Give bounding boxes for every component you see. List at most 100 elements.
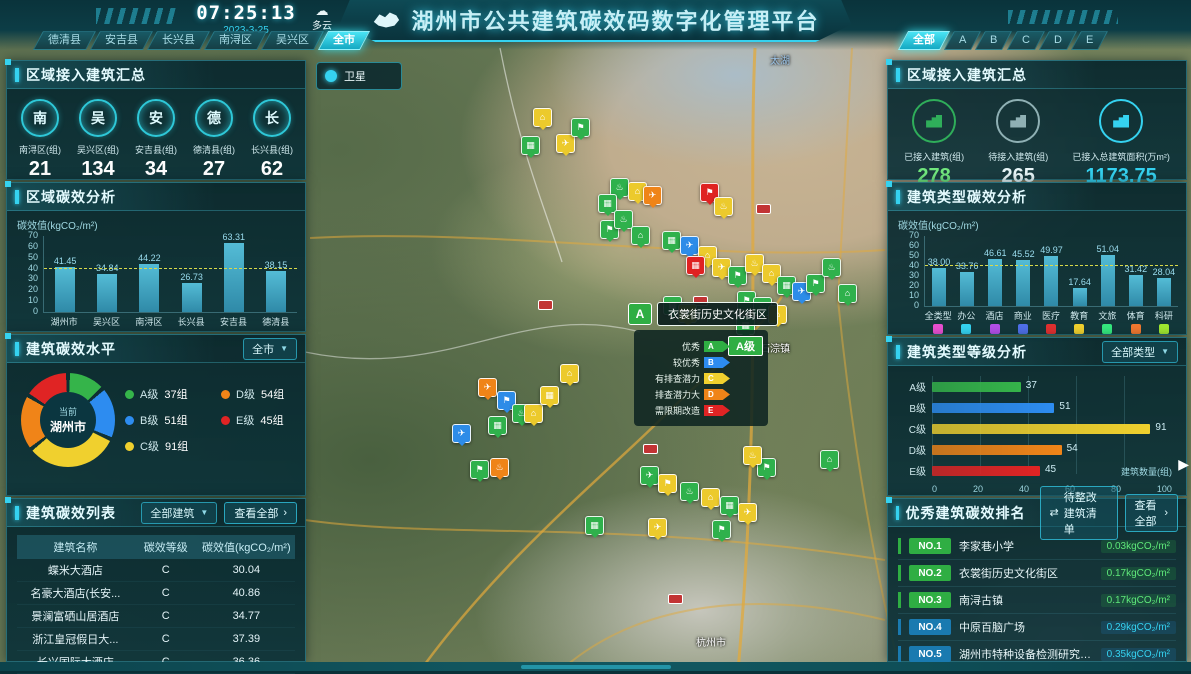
building-marker[interactable]: ✈: [648, 518, 667, 537]
tab-label: B: [990, 32, 997, 49]
y-tick: 70: [909, 230, 919, 240]
building-marker[interactable]: ⚑: [470, 460, 489, 479]
road-shield-icon: [538, 300, 553, 310]
tab-label: 吴兴区: [276, 32, 309, 49]
tab-全市[interactable]: 全市: [318, 31, 370, 50]
category-icon: [980, 324, 1008, 334]
building-marker[interactable]: ✈: [640, 466, 659, 485]
building-marker[interactable]: ⚑: [712, 520, 731, 539]
donut-center: 当前 湖州市: [40, 392, 96, 448]
table-header-row: 建筑名称碳效等级碳效值(kgCO₂/m²): [17, 535, 295, 559]
tab-长兴县[interactable]: 长兴县: [147, 31, 210, 50]
donut-center-city: 湖州市: [50, 418, 86, 435]
legend-label: 需限期改造: [655, 404, 700, 417]
building-marker[interactable]: ♨: [743, 446, 762, 465]
bar-文旅: 51.04: [1094, 244, 1122, 306]
chevron-right-icon: ›: [283, 507, 287, 519]
rectify-list-button[interactable]: ⇄ 待整改建筑清单: [1040, 486, 1118, 540]
table-row[interactable]: 浙江皇冠假日大...C37.39: [17, 628, 295, 651]
map-place-label: 太湖: [770, 52, 790, 67]
building-marker[interactable]: ✈: [478, 378, 497, 397]
ranking-row[interactable]: NO.2衣裳街历史文化街区0.17kgCO₂/m²: [898, 560, 1176, 587]
building-marker[interactable]: ♨: [614, 210, 633, 229]
bar: [988, 259, 1002, 306]
region-label: 吴兴区(组): [77, 143, 119, 156]
building-marker[interactable]: ✈: [452, 424, 471, 443]
view-all-button[interactable]: 查看全部 ›: [224, 502, 297, 524]
level-legend-item: C级91组: [125, 438, 203, 454]
building-marker[interactable]: ⌂: [701, 488, 720, 507]
table-row[interactable]: 蝶米大酒店C30.04: [17, 559, 295, 582]
bar-value-label: 28.04: [1153, 267, 1176, 277]
building-marker[interactable]: ⌂: [533, 108, 552, 127]
building-icon: [1113, 115, 1129, 128]
building-marker[interactable]: ⌂: [524, 404, 543, 423]
building-marker[interactable]: ⚑: [806, 274, 825, 293]
title-accent: [15, 506, 19, 520]
city-dropdown[interactable]: 全市 ▼: [243, 338, 297, 360]
tab-label: 南浔区: [219, 32, 252, 49]
building-marker[interactable]: ⚑: [658, 474, 677, 493]
building-marker[interactable]: ▦: [540, 386, 559, 405]
region-label: 南浔区(组): [19, 143, 61, 156]
bar: [1129, 275, 1143, 306]
building-marker[interactable]: ✈: [643, 186, 662, 205]
building-marker[interactable]: ♨: [822, 258, 841, 277]
bar: [1044, 256, 1058, 306]
x-tick: 40: [1019, 484, 1029, 494]
view-all-button[interactable]: 查看全部 ›: [1125, 494, 1178, 532]
x-tick-label: 办公: [952, 309, 980, 322]
bar-教育: 17.64: [1066, 277, 1094, 306]
building-icon: [926, 115, 942, 128]
ranking-row[interactable]: NO.4中原百脑广场0.29kgCO₂/m²: [898, 614, 1176, 641]
ranking-row[interactable]: NO.1李家巷小学0.03kgCO₂/m²: [898, 533, 1176, 560]
building-marker[interactable]: ▦: [585, 516, 604, 535]
building-marker[interactable]: ▦: [662, 231, 681, 250]
building-marker[interactable]: ⌂: [560, 364, 579, 383]
table-row[interactable]: 景澜富硒山居酒店C34.77: [17, 605, 295, 628]
y-tick: 10: [909, 290, 919, 300]
all-types-dropdown[interactable]: 全部类型 ▼: [1102, 341, 1178, 363]
building-marker[interactable]: ✈: [680, 236, 699, 255]
legend-row: 需限期改造E: [640, 404, 762, 417]
category-icon: [1009, 324, 1037, 334]
building-marker[interactable]: ✈: [738, 503, 757, 522]
ranking-row[interactable]: NO.3南浔古镇0.17kgCO₂/m²: [898, 587, 1176, 614]
city-dropdown-value: 全市: [252, 341, 274, 357]
region-value: 27: [203, 158, 225, 181]
building-marker[interactable]: ▦: [686, 256, 705, 275]
panel-title: 建筑碳效列表: [26, 503, 116, 523]
bar-value-label: 26.73: [180, 272, 203, 282]
tab-安吉县[interactable]: 安吉县: [90, 31, 153, 50]
building-marker[interactable]: ⌂: [838, 284, 857, 303]
building-marker[interactable]: ⚑: [571, 118, 590, 137]
panel-collapse-arrow[interactable]: ▶: [1178, 456, 1189, 473]
building-marker[interactable]: ⌂: [820, 450, 839, 469]
building-marker[interactable]: ⌂: [631, 226, 650, 245]
tab-德清县[interactable]: 德清县: [33, 31, 96, 50]
building-type-dropdown[interactable]: 全部建筑 ▼: [141, 502, 217, 524]
tab-全部[interactable]: 全部: [898, 31, 950, 50]
x-tick-label: 教育: [1065, 309, 1093, 322]
tab-label: 全部: [913, 32, 935, 49]
tab-吴兴区[interactable]: 吴兴区: [261, 31, 324, 50]
table-cell: C: [134, 564, 198, 576]
table-row[interactable]: 名豪大酒店(长安...C40.86: [17, 582, 295, 605]
building-marker[interactable]: ♨: [490, 458, 509, 477]
building-marker[interactable]: ♨: [714, 197, 733, 216]
tab-南浔区[interactable]: 南浔区: [204, 31, 267, 50]
legend-count: 54组: [261, 386, 284, 402]
clock-time: 07:25:13: [186, 2, 306, 24]
building-name: 南浔古镇: [959, 592, 1093, 608]
bar-value-label: 63.31: [223, 232, 246, 242]
tab-D[interactable]: D: [1039, 31, 1077, 50]
bar-track: 91: [932, 424, 1172, 434]
satellite-toggle[interactable]: 卫星: [316, 62, 402, 90]
y-axis-label: 碳效值(kgCO₂/m²): [898, 217, 1186, 232]
building-marker[interactable]: ▦: [488, 416, 507, 435]
grade-filter-tabs: 全部ABCDE: [903, 31, 1107, 50]
building-marker[interactable]: ▦: [720, 496, 739, 515]
building-marker[interactable]: ♨: [680, 482, 699, 501]
tab-E[interactable]: E: [1071, 31, 1108, 50]
building-marker[interactable]: ▦: [521, 136, 540, 155]
